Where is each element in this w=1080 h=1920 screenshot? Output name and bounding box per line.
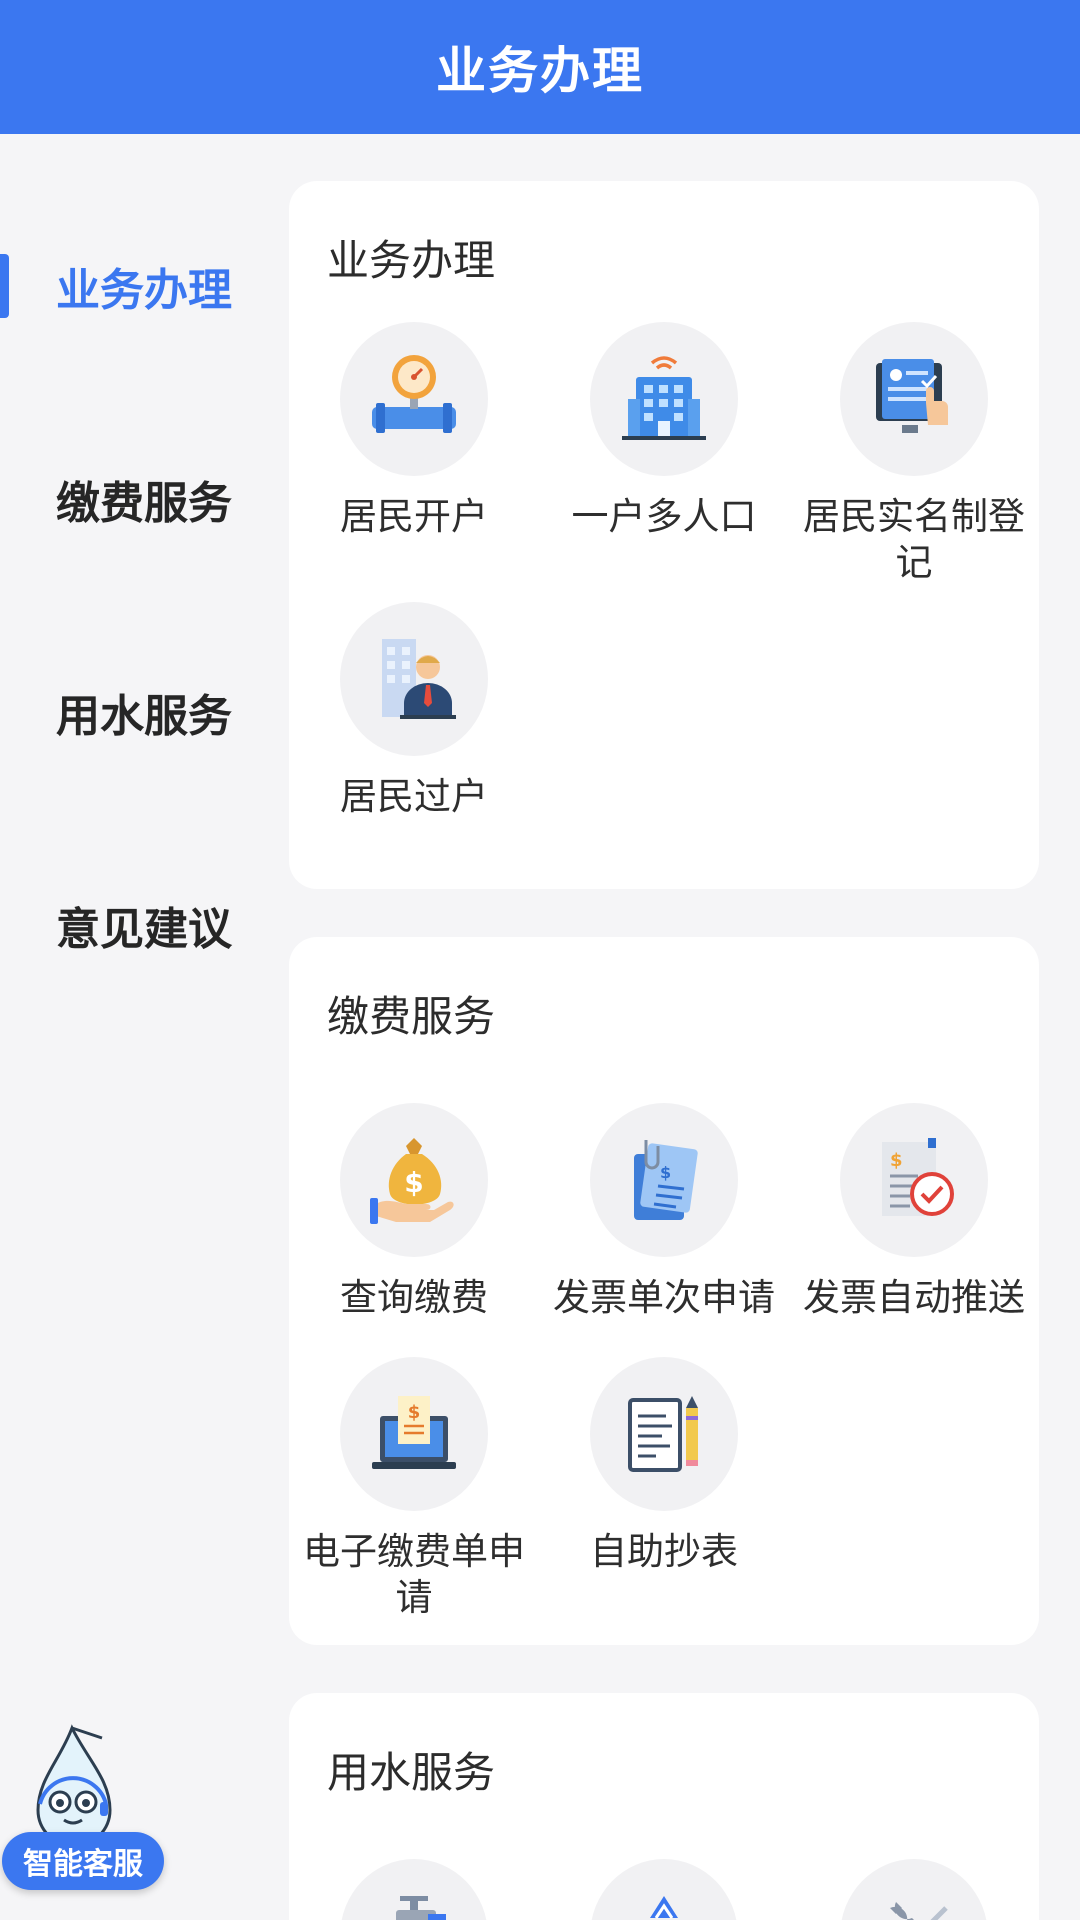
section-card-business: 业务办理 居民开户 一户多人口 居民实名制登记 居民过户 xyxy=(289,181,1039,889)
sidebar-item-payment[interactable]: 缴费服务 xyxy=(0,451,270,547)
svg-text:$: $ xyxy=(890,1150,903,1171)
tile-label: 居民过户 xyxy=(340,775,488,818)
tile-multi-person[interactable]: 一户多人口 xyxy=(539,322,789,540)
svg-text:$: $ xyxy=(660,1163,671,1182)
smart-customer-service-button[interactable]: 智能客服 xyxy=(2,1832,164,1890)
section-card-payment: 缴费服务 $ 查询缴费 $ 发票单次申请 $ 发票自动推送 $ 电子缴费单申请 … xyxy=(289,937,1039,1645)
section-title: 用水服务 xyxy=(327,1748,496,1797)
tile-label: 发票自动推送 xyxy=(803,1276,1025,1319)
page-title: 业务办理 xyxy=(436,42,644,100)
notepad-pencil-icon xyxy=(590,1357,738,1511)
transfer-person-icon xyxy=(340,602,488,756)
tile-resident-account[interactable]: 居民开户 xyxy=(289,322,539,540)
tile-invoice-single[interactable]: $ 发票单次申请 xyxy=(539,1103,789,1321)
header-bar: 业务办理 xyxy=(0,0,1080,134)
faucet-icon xyxy=(340,1859,488,1920)
wrench-icon xyxy=(840,1859,988,1920)
sidebar-item-water-service[interactable]: 用水服务 xyxy=(0,664,270,760)
tile-e-bill-application[interactable]: $ 电子缴费单申请 xyxy=(289,1357,539,1621)
section-title: 缴费服务 xyxy=(327,992,496,1041)
tile-query-payment[interactable]: $ 查询缴费 xyxy=(289,1103,539,1321)
tile-label: 居民实名制登记 xyxy=(803,495,1025,584)
water-drop-icon xyxy=(590,1859,738,1920)
tile-resident-transfer[interactable]: 居民过户 xyxy=(289,602,539,820)
active-indicator xyxy=(0,254,9,318)
tile-label: 居民开户 xyxy=(340,495,488,538)
tile-real-name-registration[interactable]: 居民实名制登记 xyxy=(789,322,1039,586)
section-title: 业务办理 xyxy=(327,236,496,285)
category-sidebar: 业务办理 缴费服务 用水服务 意见建议 xyxy=(0,134,270,1920)
tile-label: 自助抄表 xyxy=(590,1530,738,1573)
tile-label: 一户多人口 xyxy=(571,495,757,538)
tile-water-service-2[interactable] xyxy=(539,1859,789,1920)
sidebar-item-label: 意见建议 xyxy=(56,904,232,955)
tile-label: 发票单次申请 xyxy=(553,1276,775,1319)
laptop-bill-icon: $ xyxy=(340,1357,488,1511)
section-card-water-service: 用水服务 xyxy=(289,1693,1039,1920)
id-registration-icon xyxy=(840,322,988,476)
tile-water-service-3[interactable] xyxy=(789,1859,1039,1920)
svg-text:$: $ xyxy=(404,1166,423,1199)
tile-self-meter-reading[interactable]: 自助抄表 xyxy=(539,1357,789,1575)
water-meter-icon xyxy=(340,322,488,476)
invoice-icon: $ xyxy=(590,1103,738,1257)
sidebar-item-label: 用水服务 xyxy=(56,691,232,742)
sidebar-item-business[interactable]: 业务办理 xyxy=(0,238,270,334)
building-icon xyxy=(590,322,738,476)
money-bag-icon: $ xyxy=(340,1103,488,1257)
svg-text:$: $ xyxy=(408,1402,421,1423)
tile-water-service-1[interactable] xyxy=(289,1859,539,1920)
tile-invoice-auto[interactable]: $ 发票自动推送 xyxy=(789,1103,1039,1321)
tile-label: 电子缴费单申请 xyxy=(303,1530,525,1619)
tile-label: 查询缴费 xyxy=(340,1276,488,1319)
sidebar-item-label: 缴费服务 xyxy=(56,478,232,529)
invoice-check-icon: $ xyxy=(840,1103,988,1257)
sidebar-item-label: 业务办理 xyxy=(56,265,232,316)
sidebar-item-feedback[interactable]: 意见建议 xyxy=(0,877,270,973)
